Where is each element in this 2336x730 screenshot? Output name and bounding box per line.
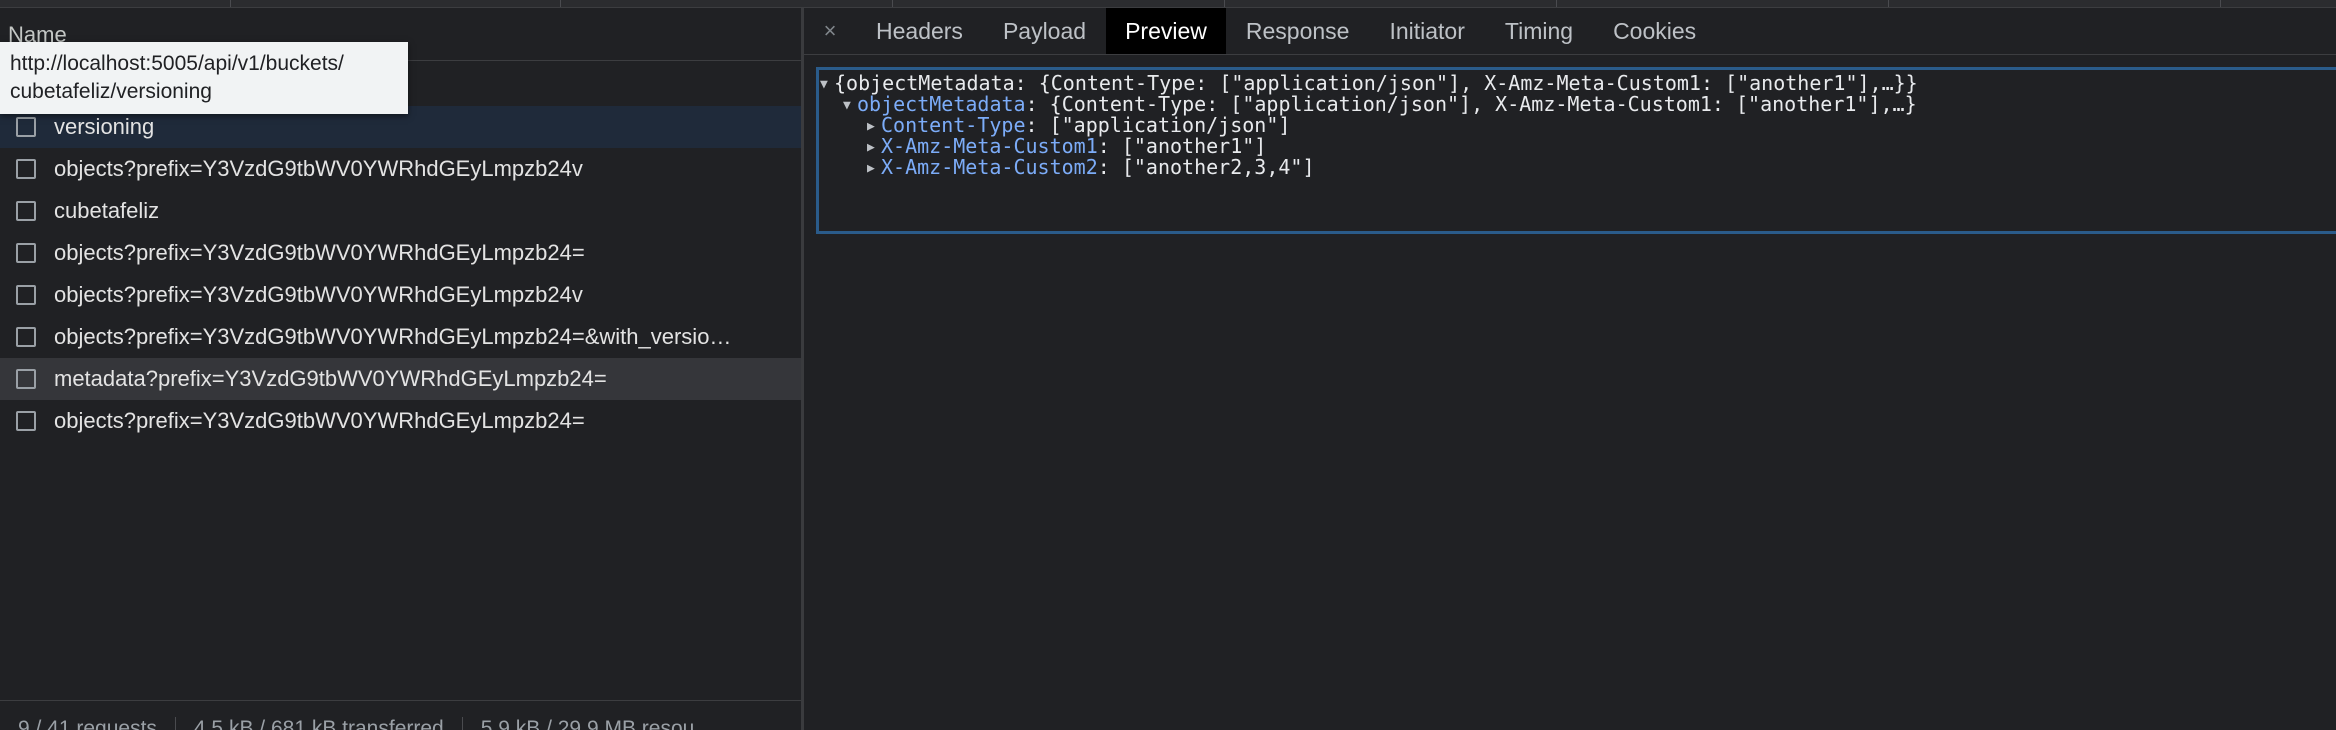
request-row[interactable]: objects?prefix=Y3VzdG9tbWV0YWRhdGEyLmpzb… <box>0 316 801 358</box>
tooltip-line: cubetafeliz/versioning <box>10 80 212 103</box>
timeline-tick <box>560 0 561 7</box>
timeline-tick <box>230 0 231 7</box>
request-list-pane: Name http://localhost:5005/api/v1/bucket… <box>0 8 801 730</box>
request-name: objects?prefix=Y3VzdG9tbWV0YWRhdGEyLmpzb… <box>54 408 585 433</box>
resources-size: 5.9 kB / 29.9 MB resou <box>480 717 695 730</box>
request-row[interactable]: cubetafeliz <box>0 190 801 232</box>
request-row[interactable]: objects?prefix=Y3VzdG9tbWV0YWRhdGEyLmpzb… <box>0 400 801 442</box>
request-name: objects?prefix=Y3VzdG9tbWV0YWRhdGEyLmpzb… <box>54 156 583 181</box>
request-checkbox-icon[interactable] <box>16 369 36 389</box>
request-list: versioning objects?prefix=Y3VzdG9tbWV0YWR… <box>0 106 801 442</box>
request-checkbox-icon[interactable] <box>16 201 36 221</box>
timeline-tick <box>892 0 893 7</box>
json-entry[interactable]: ▶ X-Amz-Meta-Custom2: ["another2,3,4"] <box>867 152 1315 182</box>
request-checkbox-icon[interactable] <box>16 411 36 431</box>
tab-cookies[interactable]: Cookies <box>1593 8 1716 54</box>
url-tooltip: http://localhost:5005/api/v1/buckets/ cu… <box>0 42 408 114</box>
request-checkbox-icon[interactable] <box>16 327 36 347</box>
request-name: objects?prefix=Y3VzdG9tbWV0YWRhdGEyLmpzb… <box>54 240 585 265</box>
timeline-tick <box>1888 0 1889 7</box>
request-count: 9 / 41 requests <box>18 717 157 730</box>
expanded-triangle-icon[interactable]: ▼ <box>820 70 834 100</box>
request-row[interactable]: objects?prefix=Y3VzdG9tbWV0YWRhdGEyLmpzb… <box>0 274 801 316</box>
request-checkbox-icon[interactable] <box>16 117 36 137</box>
timeline-tick <box>2220 0 2221 7</box>
request-checkbox-icon[interactable] <box>16 159 36 179</box>
request-name: cubetafeliz <box>54 198 160 223</box>
timeline-tick <box>1556 0 1557 7</box>
devtools-network-panel: Name http://localhost:5005/api/v1/bucket… <box>0 0 2336 730</box>
expanded-triangle-icon[interactable]: ▼ <box>843 91 857 121</box>
request-row[interactable]: objects?prefix=Y3VzdG9tbWV0YWRhdGEyLmpzb… <box>0 232 801 274</box>
transferred-size: 4.5 kB / 681 kB transferred <box>193 717 444 730</box>
tab-preview[interactable]: Preview <box>1106 8 1226 54</box>
request-name: versioning <box>54 114 155 139</box>
tab-payload[interactable]: Payload <box>983 8 1106 54</box>
request-name: objects?prefix=Y3VzdG9tbWV0YWRhdGEyLmpzb… <box>54 282 583 307</box>
json-entry-value: : ["another2,3,4"] <box>1097 155 1315 179</box>
request-name: metadata?prefix=Y3VzdG9tbWV0YWRhdGEyLmpz… <box>54 366 607 391</box>
tab-headers[interactable]: Headers <box>856 8 983 54</box>
timeline-tick <box>1224 0 1225 7</box>
request-row[interactable]: objects?prefix=Y3VzdG9tbWV0YWRhdGEyLmpzb… <box>0 148 801 190</box>
tab-initiator[interactable]: Initiator <box>1369 8 1484 54</box>
request-name: objects?prefix=Y3VzdG9tbWV0YWRhdGEyLmpzb… <box>54 324 732 349</box>
tab-response[interactable]: Response <box>1226 8 1370 54</box>
tab-timing[interactable]: Timing <box>1485 8 1593 54</box>
detail-tab-bar: × Headers Payload Preview Response Initiator… <box>804 8 2336 55</box>
request-row[interactable]: metadata?prefix=Y3VzdG9tbWV0YWRhdGEyLmpz… <box>0 358 801 400</box>
timeline-overview[interactable] <box>0 0 2336 8</box>
request-checkbox-icon[interactable] <box>16 243 36 263</box>
json-entry-key: X-Amz-Meta-Custom2 <box>881 155 1098 179</box>
request-checkbox-icon[interactable] <box>16 285 36 305</box>
collapsed-triangle-icon[interactable]: ▶ <box>867 154 881 184</box>
request-detail-pane: × Headers Payload Preview Response Initiator… <box>804 8 2336 730</box>
tooltip-line: http://localhost:5005/api/v1/buckets/ <box>10 52 344 75</box>
network-status-bar: 9 / 41 requests 4.5 kB / 681 kB transfer… <box>0 700 801 730</box>
close-icon[interactable]: × <box>804 8 856 54</box>
preview-json-tree: ▼ {objectMetadata: {Content-Type: ["appli… <box>816 67 2336 234</box>
